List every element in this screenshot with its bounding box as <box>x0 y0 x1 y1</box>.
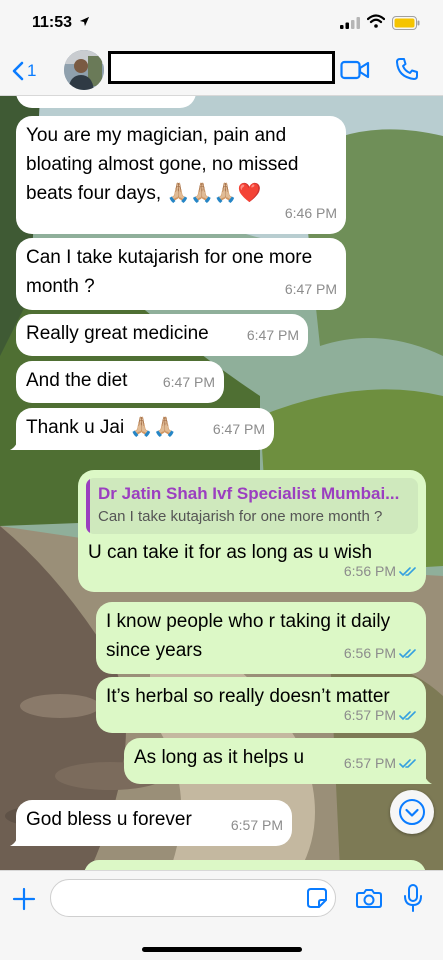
input-bar <box>0 870 443 960</box>
read-ticks-icon <box>399 711 416 721</box>
message-time: 6:47 PM <box>246 327 299 343</box>
status-bar: 11:53 <box>0 0 443 44</box>
camera-icon[interactable] <box>356 887 382 909</box>
scroll-to-bottom-button[interactable] <box>390 790 434 834</box>
message-bubble-outgoing[interactable]: As long as it helps u 6:57 PM <box>124 738 432 784</box>
read-ticks-icon <box>399 759 416 769</box>
message-text: You are my magician, pain and bloating a… <box>26 125 299 204</box>
message-time: 6:46 PM <box>284 205 337 221</box>
chevron-left-icon <box>12 61 24 81</box>
message-bubble-incoming[interactable]: Thank u Jai 🙏🏼🙏🏼 6:47 PM <box>10 408 274 450</box>
quoted-message[interactable]: Dr Jatin Shah Ivf Specialist Mumbai... C… <box>86 478 418 534</box>
unread-count: 1 <box>27 61 37 80</box>
plus-icon[interactable] <box>12 887 36 911</box>
chat-header: 1 <box>0 44 443 96</box>
chat-area[interactable]: 6:45 PM You are my magician, pain and bl… <box>0 96 443 870</box>
read-ticks-icon <box>399 649 416 659</box>
bubble-tail <box>418 770 432 784</box>
sticker-icon[interactable] <box>306 887 328 909</box>
bubble-tail <box>10 436 24 450</box>
message-time: 6:56 PM <box>344 557 417 586</box>
message-time: 6:47 PM <box>284 281 337 297</box>
message-time: 6:57 PM <box>344 701 417 730</box>
message-bubble-incoming[interactable]: Really great medicine 6:47 PM <box>16 314 308 356</box>
message-bubble-incoming[interactable]: And the diet 6:47 PM <box>16 361 224 403</box>
wifi-icon <box>367 14 385 28</box>
bubble-tail <box>10 832 24 846</box>
message-time: 6:47 PM <box>212 421 265 437</box>
home-indicator <box>142 947 302 952</box>
avatar-photo <box>64 50 104 90</box>
contact-name-redacted[interactable] <box>108 51 335 84</box>
back-button[interactable]: 1 <box>12 58 44 84</box>
location-arrow-icon <box>79 16 90 27</box>
phone-icon[interactable] <box>395 57 419 81</box>
battery-icon <box>392 16 420 30</box>
message-bubble-incoming[interactable]: You are my magician, pain and bloating a… <box>16 116 346 234</box>
message-time: 6:47 PM <box>162 374 215 390</box>
chevron-down-icon <box>399 799 425 825</box>
message-bubble-outgoing[interactable]: It’s herbal so really doesn’t matter 6:5… <box>96 677 426 733</box>
video-camera-icon[interactable] <box>340 59 370 81</box>
quoted-text: Can I take kutajarish for one more month… <box>98 508 383 525</box>
message-bubble-incoming[interactable]: God bless u forever 6:57 PM <box>10 800 292 846</box>
message-bubble-outgoing[interactable] <box>84 860 426 870</box>
avatar[interactable] <box>64 50 104 90</box>
message-bubble-incoming[interactable]: Can I take kutajarish for one more month… <box>16 238 346 310</box>
message-bubble-outgoing[interactable]: Dr Jatin Shah Ivf Specialist Mumbai... C… <box>78 470 426 592</box>
message-time: 6:57 PM <box>344 749 417 778</box>
microphone-icon[interactable] <box>403 884 423 912</box>
message-bubble-outgoing[interactable]: I know people who r taking it daily sinc… <box>96 602 426 674</box>
signal-icon <box>340 17 360 29</box>
quoted-sender: Dr Jatin Shah Ivf Specialist Mumbai... <box>98 484 400 503</box>
message-time: 6:56 PM <box>344 639 417 668</box>
message-bubble-incoming[interactable]: 6:45 PM <box>16 96 196 108</box>
message-time: 6:45 PM <box>132 96 184 106</box>
message-time: 6:57 PM <box>230 817 283 833</box>
status-time: 11:53 <box>32 14 73 31</box>
read-ticks-icon <box>399 567 416 577</box>
message-input[interactable] <box>50 879 336 917</box>
